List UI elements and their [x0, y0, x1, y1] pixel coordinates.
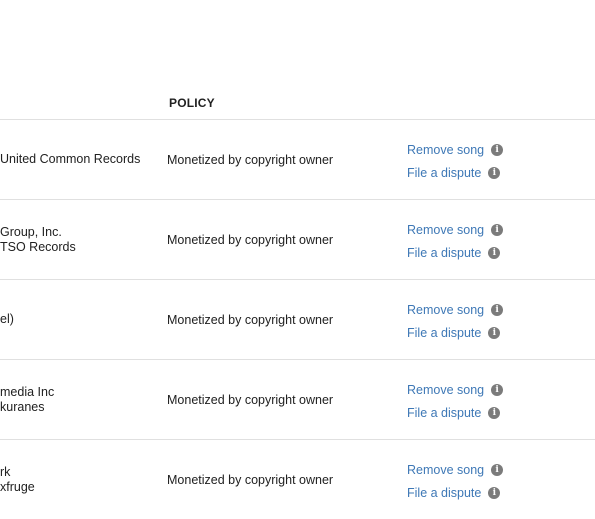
remove-song-label: Remove song	[407, 382, 485, 397]
file-dispute-label: File a dispute	[407, 405, 482, 420]
claimant-line: xfruge	[0, 479, 35, 494]
remove-song-label: Remove song	[407, 462, 485, 477]
policy-cell: Monetized by copyright owner	[167, 232, 334, 247]
file-dispute-link[interactable]: File a dispute i	[407, 481, 503, 504]
claimant-line: el)	[0, 312, 14, 326]
remove-song-label: Remove song	[407, 302, 485, 317]
policy-cell: Monetized by copyright owner	[167, 312, 334, 327]
file-dispute-label: File a dispute	[407, 245, 482, 260]
claimant-line: Group, Inc.	[0, 224, 62, 239]
info-icon[interactable]: i	[491, 143, 504, 156]
claimant-line: United Common Records	[0, 152, 141, 166]
table-row: media Inc kuranes Monetized by copyright…	[0, 360, 595, 440]
remove-song-link[interactable]: Remove song i	[407, 298, 504, 321]
policy-column-header: POLICY	[169, 96, 215, 110]
table-row: rk xfruge Monetized by copyright owner R…	[0, 440, 595, 519]
claimant-line: TSO Records	[0, 239, 76, 254]
claimant-line: media Inc	[0, 384, 55, 399]
claimant-cell: rk xfruge	[0, 440, 35, 519]
remove-song-link[interactable]: Remove song i	[407, 218, 504, 241]
policy-cell: Monetized by copyright owner	[167, 392, 334, 407]
claimant-cell: el)	[0, 280, 14, 359]
remove-song-label: Remove song	[407, 142, 485, 157]
file-dispute-label: File a dispute	[407, 485, 482, 500]
actions-cell: Remove song i File a dispute i	[407, 218, 504, 264]
actions-cell: Remove song i File a dispute i	[407, 138, 504, 184]
info-icon[interactable]: i	[491, 383, 504, 396]
table-header: POLICY	[0, 85, 595, 120]
info-icon[interactable]: i	[491, 303, 504, 316]
remove-song-link[interactable]: Remove song i	[407, 458, 504, 481]
info-icon[interactable]: i	[488, 406, 501, 419]
table-row: United Common Records Monetized by copyr…	[0, 120, 595, 200]
info-icon[interactable]: i	[491, 463, 504, 476]
file-dispute-link[interactable]: File a dispute i	[407, 161, 503, 184]
table-row: el) Monetized by copyright owner Remove …	[0, 280, 595, 360]
info-icon[interactable]: i	[488, 486, 501, 499]
claimant-cell: Group, Inc. TSO Records	[0, 200, 76, 279]
actions-cell: Remove song i File a dispute i	[407, 298, 504, 344]
file-dispute-link[interactable]: File a dispute i	[407, 241, 503, 264]
file-dispute-link[interactable]: File a dispute i	[407, 321, 503, 344]
table-row: Group, Inc. TSO Records Monetized by cop…	[0, 200, 595, 280]
actions-cell: Remove song i File a dispute i	[407, 378, 504, 424]
file-dispute-label: File a dispute	[407, 165, 482, 180]
claimant-cell: media Inc kuranes	[0, 360, 54, 439]
info-icon[interactable]: i	[491, 223, 504, 236]
file-dispute-label: File a dispute	[407, 325, 482, 340]
file-dispute-link[interactable]: File a dispute i	[407, 401, 503, 424]
info-icon[interactable]: i	[488, 326, 501, 339]
policy-cell: Monetized by copyright owner	[167, 472, 334, 487]
remove-song-link[interactable]: Remove song i	[407, 378, 504, 401]
claimant-line: kuranes	[0, 399, 45, 414]
policy-cell: Monetized by copyright owner	[167, 152, 334, 167]
info-icon[interactable]: i	[488, 166, 501, 179]
actions-cell: Remove song i File a dispute i	[407, 458, 504, 504]
info-icon[interactable]: i	[488, 246, 501, 259]
claimant-line: rk	[0, 464, 11, 479]
remove-song-link[interactable]: Remove song i	[407, 138, 504, 161]
remove-song-label: Remove song	[407, 222, 485, 237]
claimant-cell: United Common Records	[0, 120, 140, 199]
